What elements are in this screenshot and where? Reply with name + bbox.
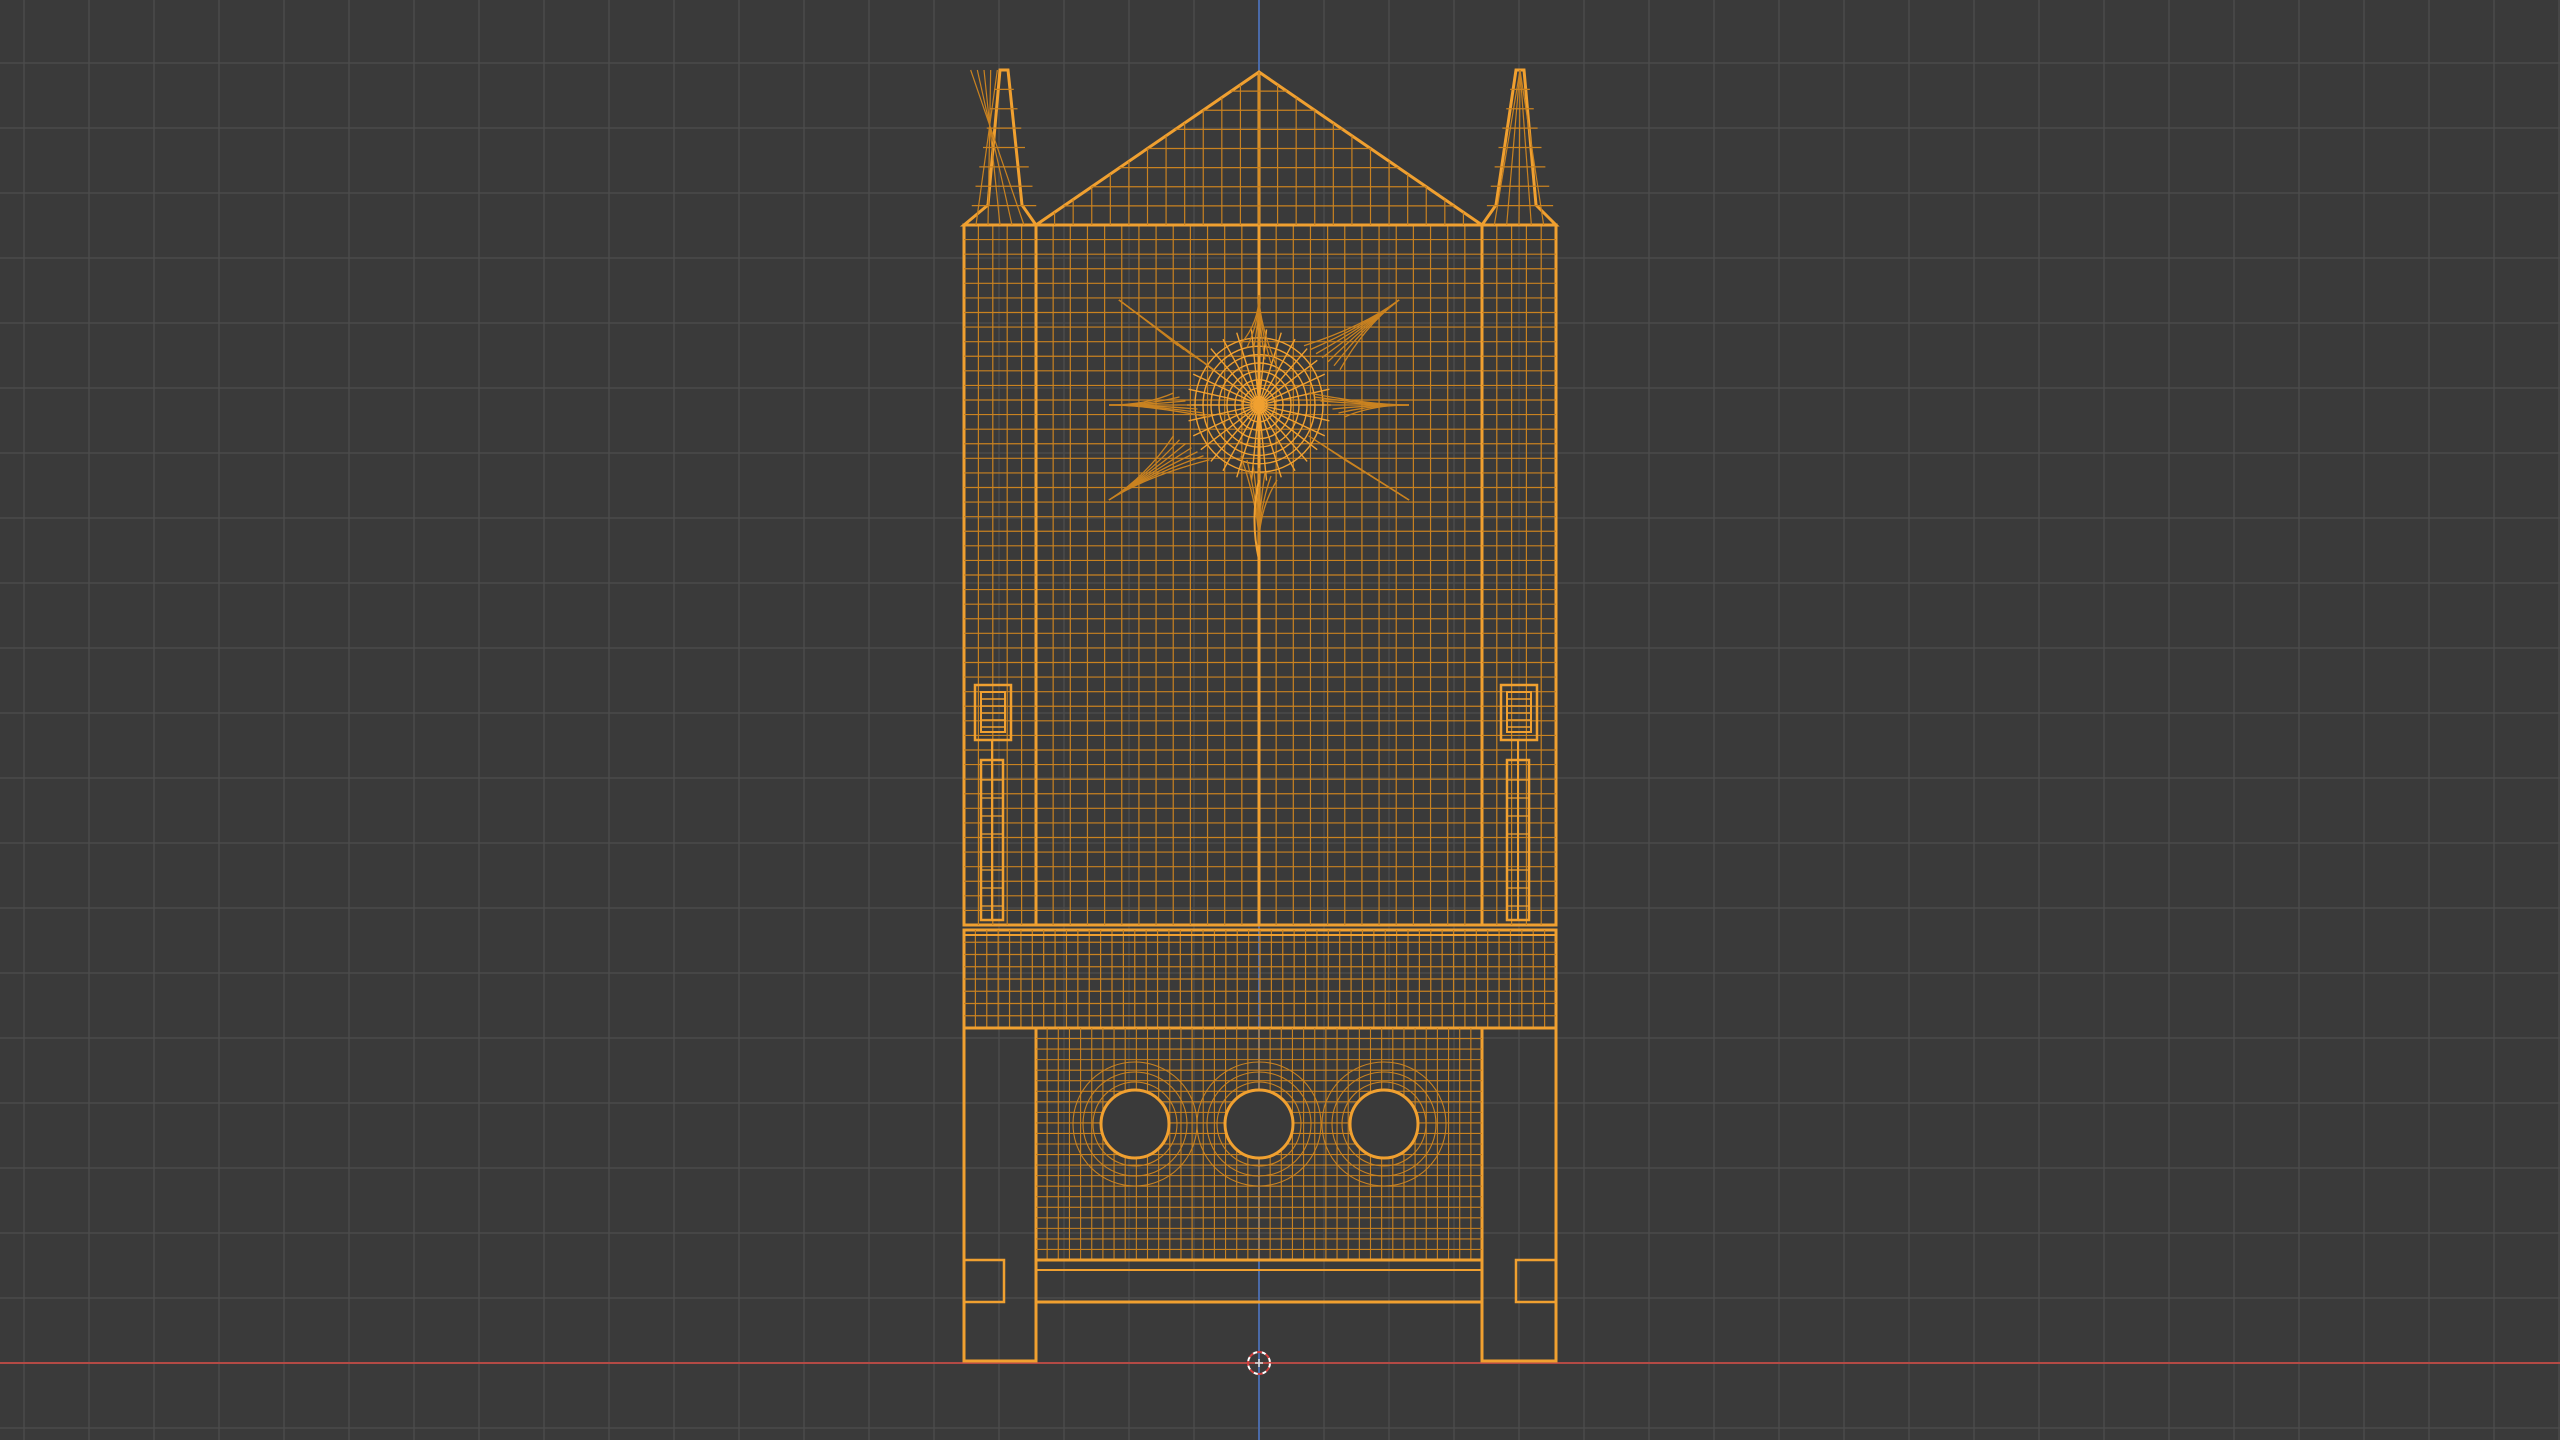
pediment-wires [1053,72,1465,225]
left-spire-wires [970,69,1037,226]
viewport-canvas[interactable] [0,0,2560,1440]
left-armrest [973,683,1013,922]
apron-hole [1099,1088,1171,1160]
apron-hole [1348,1088,1420,1160]
left-leg-foot [962,1258,1006,1304]
right-armrest [1499,683,1539,922]
mesh-subdivision [964,225,1036,925]
apron-hole [1223,1088,1295,1160]
right-leg-foot [1514,1258,1558,1304]
mesh-subdivision [964,930,1556,1028]
3d-viewport[interactable] [0,0,2560,1440]
emblem-center [1254,400,1264,410]
left-leg [962,1026,1038,1363]
viewport-grid [0,0,2560,1440]
